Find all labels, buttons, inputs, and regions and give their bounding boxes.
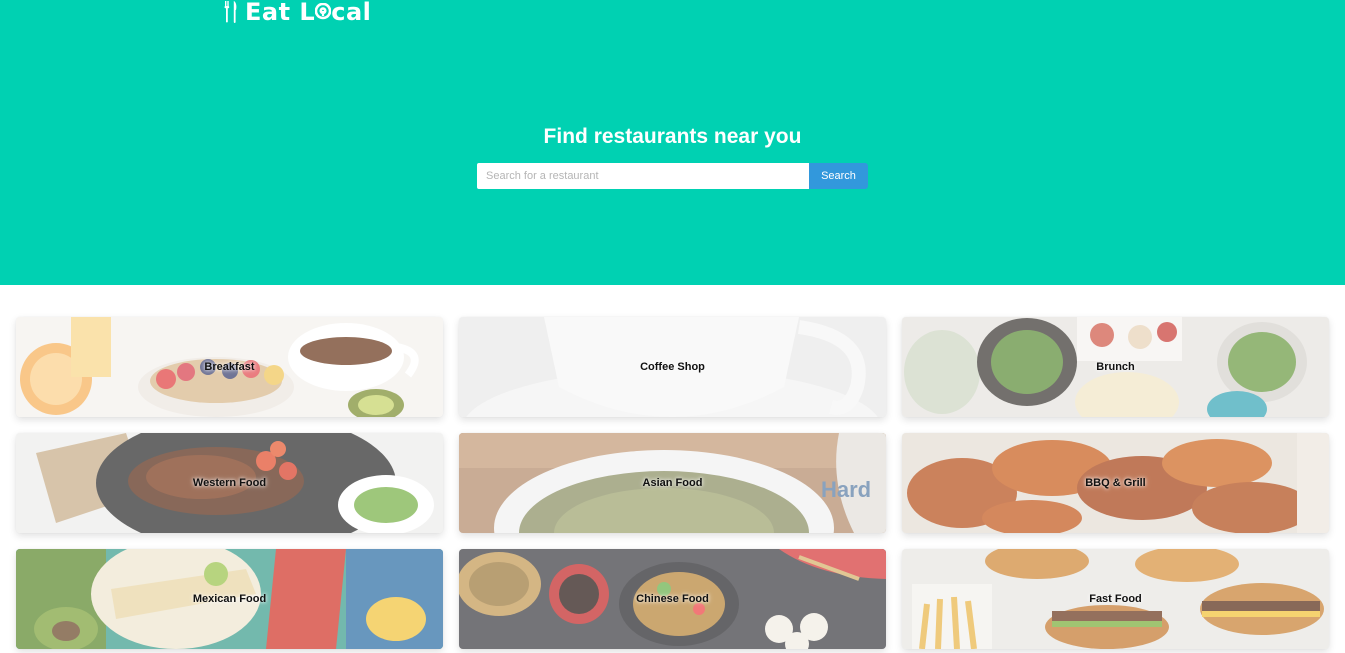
category-label: BBQ & Grill	[1085, 477, 1146, 489]
category-label: Coffee Shop	[640, 361, 705, 373]
category-card-bbq-grill[interactable]: BBQ & Grill	[902, 433, 1329, 533]
location-pin-icon	[315, 3, 332, 20]
category-card-mexican-food[interactable]: Mexican Food	[16, 549, 443, 649]
search-input[interactable]	[477, 163, 809, 189]
category-card-western-food[interactable]: Western Food	[16, 433, 443, 533]
logo[interactable]: Eat Lcal	[223, 0, 371, 27]
category-card-chinese-food[interactable]: Chinese Food	[459, 549, 886, 649]
category-card-breakfast[interactable]: Breakfast	[16, 317, 443, 417]
category-label: Fast Food	[1089, 593, 1142, 605]
category-label: Breakfast	[204, 361, 255, 373]
fork-knife-icon	[224, 1, 237, 23]
category-label: Brunch	[1096, 361, 1135, 373]
category-card-brunch[interactable]: Brunch	[902, 317, 1329, 417]
search-button[interactable]: Search	[809, 163, 868, 189]
category-card-coffee-shop[interactable]: Coffee Shop	[459, 317, 886, 417]
hero-banner: Eat Lcal Find restaurants near you Searc…	[0, 0, 1345, 285]
logo-text: Eat Lcal	[245, 0, 372, 26]
category-label: Asian Food	[642, 477, 703, 489]
search-bar: Search	[477, 163, 868, 189]
category-label: Western Food	[192, 477, 267, 489]
category-card-fast-food[interactable]: Fast Food	[902, 549, 1329, 649]
page-title: Find restaurants near you	[543, 125, 802, 148]
category-label: Chinese Food	[636, 593, 709, 605]
category-card-asian-food[interactable]: Hard Asian Food	[459, 433, 886, 533]
category-label: Mexican Food	[192, 593, 267, 605]
